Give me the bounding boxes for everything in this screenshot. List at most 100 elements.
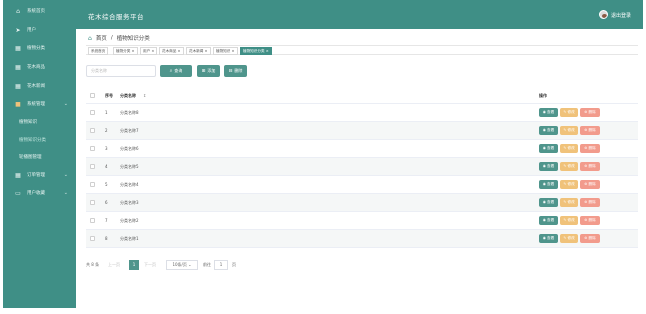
- edit-button[interactable]: ✎ 修改: [560, 162, 578, 171]
- search-input[interactable]: 分类名称: [86, 65, 156, 77]
- delete-row-button[interactable]: ⊗ 删除: [580, 162, 600, 171]
- avatar[interactable]: [599, 10, 608, 19]
- next-page-button[interactable]: 下一页: [144, 260, 156, 270]
- sidebar-item-carousel[interactable]: 轮播图管理: [3, 149, 76, 165]
- row-name: 分类名称5: [120, 164, 139, 169]
- sidebar-item-products[interactable]: ▦ 花木商品: [3, 59, 76, 75]
- tab-home[interactable]: 系统首页: [88, 47, 109, 55]
- delete-row-button[interactable]: ⊗ 删除: [580, 180, 600, 189]
- select-all-checkbox[interactable]: [90, 93, 95, 98]
- edit-button[interactable]: ✎ 修改: [560, 144, 578, 153]
- trash-icon: ⊟: [228, 69, 233, 74]
- row-checkbox[interactable]: [90, 200, 95, 205]
- edit-button[interactable]: ✎ 修改: [560, 198, 578, 207]
- delete-row-button[interactable]: ⊗ 删除: [580, 198, 600, 207]
- row-checkbox[interactable]: [90, 218, 95, 223]
- row-index: 6: [105, 200, 108, 205]
- row-checkbox[interactable]: [90, 146, 95, 151]
- grid-icon: ▦: [15, 82, 21, 90]
- goto-page-input[interactable]: 1: [214, 260, 228, 270]
- delete-row-button[interactable]: ⊗ 删除: [580, 126, 600, 135]
- delete-row-button[interactable]: ⊗ 删除: [580, 108, 600, 117]
- view-button[interactable]: ◉ 查看: [539, 216, 558, 225]
- plus-icon: ⊞: [201, 69, 206, 74]
- sidebar-item-home[interactable]: ⌂ 系统首页: [3, 3, 76, 19]
- row-name: 分类名称3: [120, 200, 139, 205]
- view-button[interactable]: ◉ 查看: [539, 108, 558, 117]
- delete-row-button[interactable]: ⊗ 删除: [580, 216, 600, 225]
- view-button[interactable]: ◉ 查看: [539, 162, 558, 171]
- tab-plant-category[interactable]: 植物分类 ×: [113, 47, 138, 55]
- add-button[interactable]: ⊞ 添加: [197, 65, 220, 77]
- tab-products[interactable]: 花木商品 ×: [159, 47, 184, 55]
- sidebar-item-knowledge-category[interactable]: 植物知识分类: [3, 132, 76, 148]
- pagination-total: 共 8 条: [86, 262, 100, 267]
- add-label: 添加: [207, 68, 216, 73]
- edit-button[interactable]: ✎ 修改: [560, 234, 578, 243]
- query-button[interactable]: ⌕ 查询: [160, 65, 192, 77]
- view-button[interactable]: ◉ 查看: [539, 180, 558, 189]
- row-checkbox[interactable]: [90, 110, 95, 115]
- delete-button[interactable]: ⊟ 删除: [224, 65, 247, 77]
- table-row: 7 分类名称2 ◉ 查看 ✎ 修改 ⊗ 删除: [86, 212, 638, 230]
- tab-knowledge-category[interactable]: 植物知识分类 ×: [240, 47, 272, 55]
- row-checkbox[interactable]: [90, 164, 95, 169]
- edit-button[interactable]: ✎ 修改: [560, 180, 578, 189]
- sidebar-item-plant-category[interactable]: ▦ 植物分类: [3, 40, 76, 56]
- sidebar-item-label: 系统管理: [27, 102, 45, 107]
- table-row: 3 分类名称6 ◉ 查看 ✎ 修改 ⊗ 删除: [86, 140, 638, 158]
- chevron-down-icon: ⌄: [63, 190, 68, 196]
- delete-label: 删除: [234, 68, 243, 73]
- tab-plant-knowledge[interactable]: 植物知识 ×: [213, 47, 238, 55]
- header-name[interactable]: 分类名称: [120, 87, 136, 104]
- breadcrumb-home[interactable]: 首页: [96, 34, 107, 42]
- home-icon: ⌂: [88, 34, 92, 42]
- row-name: 分类名称4: [120, 182, 139, 187]
- chevron-down-icon: ⌄: [63, 101, 68, 107]
- view-button[interactable]: ◉ 查看: [539, 198, 558, 207]
- view-button[interactable]: ◉ 查看: [539, 126, 558, 135]
- send-icon: ➤: [15, 26, 21, 34]
- row-index: 3: [105, 146, 108, 151]
- breadcrumb-separator: /: [110, 35, 113, 41]
- search-icon: ⌕: [169, 69, 173, 74]
- tab-bar: 系统首页 植物分类 × 用户 × 花木商品 × 花木新闻 × 植物知识 × 植物…: [86, 45, 638, 55]
- delete-row-button[interactable]: ⊗ 删除: [580, 234, 600, 243]
- view-button[interactable]: ◉ 查看: [539, 144, 558, 153]
- logout-link[interactable]: 退出登录: [611, 12, 631, 19]
- delete-row-button[interactable]: ⊗ 删除: [580, 144, 600, 153]
- sidebar-item-favorites[interactable]: ▭ 用户收藏 ⌄: [3, 185, 76, 201]
- page-number[interactable]: 1: [129, 260, 139, 270]
- page-size-select[interactable]: 10条/页 ⌄: [166, 260, 198, 270]
- sidebar-item-orders[interactable]: ▦ 订单管理 ⌄: [3, 167, 76, 183]
- row-checkbox[interactable]: [90, 182, 95, 187]
- row-name: 分类名称1: [120, 236, 139, 241]
- grid-icon: ▦: [15, 171, 21, 179]
- tab-user[interactable]: 用户 ×: [140, 47, 158, 55]
- row-checkbox[interactable]: [90, 128, 95, 133]
- sidebar-item-label: 订单管理: [27, 173, 45, 178]
- chevron-down-icon: ⌄: [63, 172, 68, 178]
- query-label: 查询: [174, 68, 183, 73]
- tab-news[interactable]: 花木新闻 ×: [186, 47, 211, 55]
- table-row: 2 分类名称7 ◉ 查看 ✎ 修改 ⊗ 删除: [86, 122, 638, 140]
- row-index: 5: [105, 182, 108, 187]
- row-name: 分类名称7: [120, 128, 139, 133]
- home-icon: ⌂: [16, 7, 20, 15]
- edit-button[interactable]: ✎ 修改: [560, 108, 578, 117]
- prev-page-button[interactable]: 上一页: [108, 260, 120, 270]
- table-row: 1 分类名称8 ◉ 查看 ✎ 修改 ⊗ 删除: [86, 104, 638, 122]
- sidebar-item-label: 轮播图管理: [19, 155, 42, 160]
- sidebar-item-plant-knowledge[interactable]: 植物知识: [3, 114, 76, 130]
- breadcrumb-current: 植物知识分类: [116, 36, 150, 42]
- sort-icon[interactable]: ↕: [143, 87, 146, 104]
- row-name: 分类名称6: [120, 146, 139, 151]
- edit-button[interactable]: ✎ 修改: [560, 216, 578, 225]
- row-index: 7: [105, 218, 108, 223]
- sidebar-item-user[interactable]: ➤ 用户: [3, 22, 76, 38]
- view-button[interactable]: ◉ 查看: [539, 234, 558, 243]
- row-checkbox[interactable]: [90, 236, 95, 241]
- edit-button[interactable]: ✎ 修改: [560, 126, 578, 135]
- sidebar-item-news[interactable]: ▦ 花木新闻: [3, 78, 76, 94]
- sidebar-item-system[interactable]: ■ 系统管理 ⌄: [3, 96, 76, 112]
